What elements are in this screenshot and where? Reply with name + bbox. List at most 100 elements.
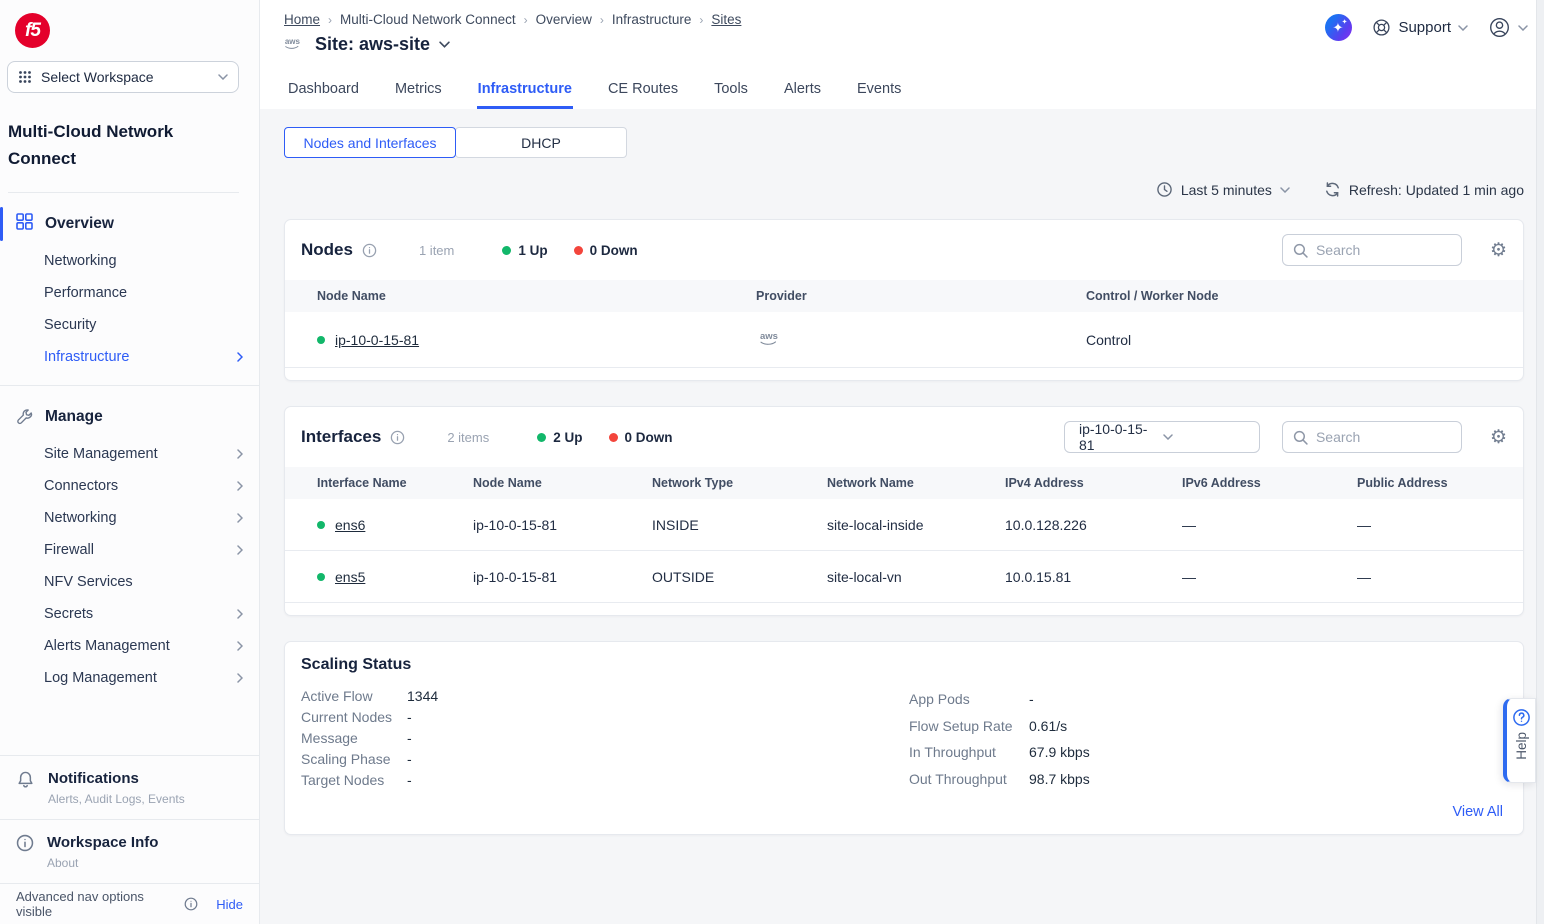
info-circle-icon [16, 834, 34, 870]
scrollbar[interactable] [1536, 0, 1544, 924]
chevron-right-icon [237, 673, 243, 683]
bell-icon [16, 770, 35, 806]
sidebar-item-security[interactable]: Security [0, 309, 259, 341]
breadcrumb-separator: › [328, 13, 332, 27]
sidebar-item-firewall[interactable]: Firewall [0, 534, 259, 566]
subtab-nodes-and-interfaces[interactable]: Nodes and Interfaces [284, 127, 456, 158]
time-range-label: Last 5 minutes [1181, 182, 1272, 198]
out-throughput-value: 98.7 kbps [1029, 766, 1090, 793]
chevron-down-icon [1518, 25, 1528, 31]
view-all-link[interactable]: View All [1452, 804, 1503, 820]
nodes-card-title: Nodes [301, 240, 353, 260]
tab-dashboard[interactable]: Dashboard [287, 70, 360, 109]
tab-infrastructure[interactable]: Infrastructure [477, 70, 573, 109]
node-name-link[interactable]: ip-10-0-15-81 [335, 332, 419, 348]
tab-metrics[interactable]: Metrics [394, 70, 443, 109]
chevron-down-icon [1458, 25, 1468, 31]
tab-ce-routes[interactable]: CE Routes [607, 70, 679, 109]
tab-events[interactable]: Events [856, 70, 902, 109]
down-status-dot [609, 433, 618, 442]
sidebar-item-networking-manage[interactable]: Networking [0, 502, 259, 534]
hide-advanced-nav-link[interactable]: Hide [216, 897, 243, 912]
sidebar-item-secrets[interactable]: Secrets [0, 598, 259, 630]
page-content: Nodes and Interfaces DHCP Last 5 minutes [260, 109, 1544, 924]
sidebar-item-performance[interactable]: Performance [0, 277, 259, 309]
sidebar-item-log-management[interactable]: Log Management [0, 662, 259, 694]
header-actions: ✦ ✦ Support [1325, 14, 1528, 41]
gear-icon[interactable]: ⚙ [1490, 428, 1507, 447]
sidebar-item-networking[interactable]: Networking [0, 245, 259, 277]
nodes-count: 1 item [419, 243, 454, 258]
top-header: Home › Multi-Cloud Network Connect › Ove… [260, 0, 1544, 68]
up-status-dot [537, 433, 546, 442]
gear-icon[interactable]: ⚙ [1490, 241, 1507, 260]
breadcrumb-mcn: Multi-Cloud Network Connect [340, 12, 516, 27]
nodes-down-indicator: 0 Down [574, 243, 638, 258]
sidebar-item-overview[interactable]: Overview [0, 203, 259, 245]
main-area: Home › Multi-Cloud Network Connect › Ove… [260, 0, 1544, 924]
clock-icon [1156, 181, 1173, 198]
breadcrumb-separator: › [524, 13, 528, 27]
svg-text:aws: aws [285, 36, 301, 45]
col-network-type: Network Type [652, 476, 827, 490]
nodes-search-input[interactable] [1316, 242, 1451, 258]
sidebar-item-connectors[interactable]: Connectors [0, 470, 259, 502]
avatar-icon [1488, 16, 1511, 39]
up-status-dot [317, 336, 325, 344]
ai-assistant-button[interactable]: ✦ ✦ [1325, 14, 1352, 41]
grid-dots-icon [18, 70, 32, 84]
breadcrumb-separator: › [600, 13, 604, 27]
workspace-selector-label: Select Workspace [41, 69, 209, 85]
tab-tools[interactable]: Tools [713, 70, 749, 109]
advanced-nav-footer: Advanced nav options visible Hide [0, 883, 259, 924]
info-icon[interactable] [362, 243, 377, 258]
col-interface-name: Interface Name [317, 476, 473, 490]
interface-name-link[interactable]: ens5 [335, 569, 365, 585]
account-menu[interactable] [1488, 16, 1528, 39]
breadcrumb-overview: Overview [536, 12, 592, 27]
sidebar-item-site-management[interactable]: Site Management [0, 438, 259, 470]
f5-logo-icon[interactable]: f5 [15, 13, 50, 48]
breadcrumb-sites[interactable]: Sites [711, 12, 741, 27]
sidebar-item-manage[interactable]: Manage [0, 396, 259, 438]
time-range-selector[interactable]: Last 5 minutes [1156, 181, 1290, 198]
app-title: Multi-Cloud Network Connect [8, 118, 239, 193]
chevron-down-icon [1280, 187, 1290, 193]
nodes-table-header: Node Name Provider Control / Worker Node [285, 280, 1523, 312]
svg-text:aws: aws [760, 331, 778, 342]
scaling-status-card: Scaling Status Active Flow1344 Current N… [284, 641, 1524, 835]
nodes-search [1282, 234, 1462, 266]
breadcrumb-home[interactable]: Home [284, 12, 320, 27]
message-value: - [407, 728, 412, 749]
refresh-button[interactable]: Refresh: Updated 1 min ago [1324, 181, 1524, 198]
info-circle-icon[interactable] [184, 897, 198, 911]
workspace-selector[interactable]: Select Workspace [7, 61, 239, 93]
col-control-worker: Control / Worker Node [1086, 289, 1507, 303]
node-filter-select[interactable]: ip-10-0-15-81 [1064, 421, 1260, 453]
help-question-icon [1512, 708, 1531, 727]
sidebar-item-infrastructure[interactable]: Infrastructure [0, 341, 259, 373]
sidebar-item-alerts-management[interactable]: Alerts Management [0, 630, 259, 662]
node-role: Control [1086, 332, 1507, 348]
scaling-status-body: Active Flow1344 Current Nodes- Message- … [285, 682, 1523, 798]
sidebar-item-workspace-info[interactable]: Workspace Info About [0, 819, 259, 883]
info-icon[interactable] [390, 430, 405, 445]
interfaces-search-input[interactable] [1316, 429, 1451, 445]
interfaces-up-indicator: 2 Up [537, 430, 582, 445]
tab-alerts[interactable]: Alerts [783, 70, 822, 109]
interface-table-row: ens5 ip-10-0-15-81 OUTSIDE site-local-vn… [285, 551, 1523, 603]
support-menu[interactable]: Support [1372, 18, 1468, 37]
sidebar-item-label: Overview [45, 215, 114, 233]
aws-provider-icon: aws [756, 330, 1086, 350]
subtab-dhcp[interactable]: DHCP [455, 127, 627, 158]
flow-setup-rate-value: 0.61/s [1029, 713, 1067, 740]
support-label: Support [1398, 19, 1451, 36]
interface-name-link[interactable]: ens6 [335, 517, 365, 533]
sidebar-item-nfv-services[interactable]: NFV Services [0, 566, 259, 598]
help-button[interactable]: Help [1503, 698, 1536, 783]
sidebar-item-notifications[interactable]: Notifications Alerts, Audit Logs, Events [0, 755, 259, 819]
scaling-left-column: Active Flow1344 Current Nodes- Message- … [301, 686, 909, 792]
nodes-card: Nodes 1 item 1 Up 0 Down [284, 219, 1524, 381]
chevron-right-icon [237, 481, 243, 491]
interfaces-down-indicator: 0 Down [609, 430, 673, 445]
